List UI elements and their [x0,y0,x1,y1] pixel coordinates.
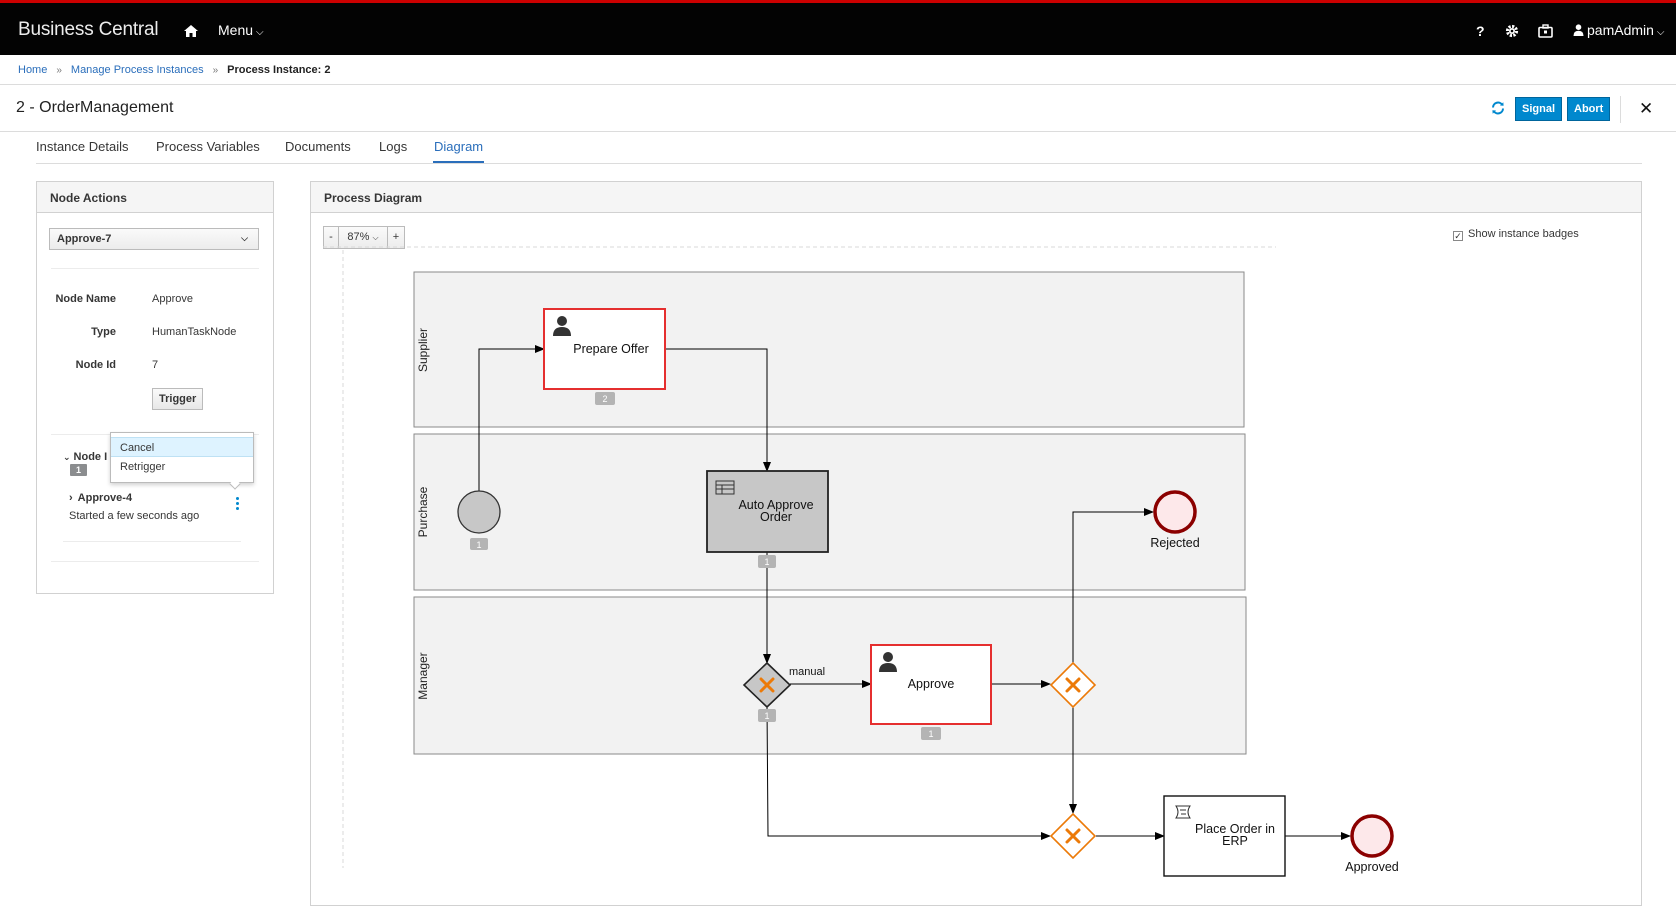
task-label-line2: ERP [1222,834,1248,848]
task-approve[interactable]: Approve [870,644,992,725]
task-label: Approve [908,677,955,691]
process-diagram-canvas: Supplier Purchase Manager 1 Prepare Offe… [323,246,1399,877]
lane-label: Supplier [416,328,430,372]
instance-badge-count: 1 [764,711,769,721]
instance-badge-count: 1 [476,540,481,550]
instance-badge-count: 1 [764,557,769,567]
lane-label: Manager [416,652,430,699]
end-event-label: Rejected [1150,536,1199,550]
start-event[interactable] [457,490,501,534]
task-label: Prepare Offer [573,342,649,356]
end-event-approved[interactable]: Approved [1345,814,1399,874]
flow-label-manual: manual [789,666,825,678]
task-prepare-offer[interactable]: Prepare Offer [543,308,666,390]
end-event-rejected[interactable]: Rejected [1150,490,1200,550]
task-label-line2: Order [760,510,792,524]
end-event-label: Approved [1345,860,1399,874]
task-auto-approve-order[interactable]: Auto Approve Order [706,470,829,553]
exclusive-gateway-merge[interactable] [1049,812,1097,860]
task-place-order-in-erp[interactable]: Place Order in ERP [1163,795,1286,877]
lane-label: Purchase [416,486,430,537]
instance-badge-count: 2 [602,394,607,404]
lane-manager[interactable]: Manager [413,596,1247,755]
instance-badge-count: 1 [928,729,933,739]
